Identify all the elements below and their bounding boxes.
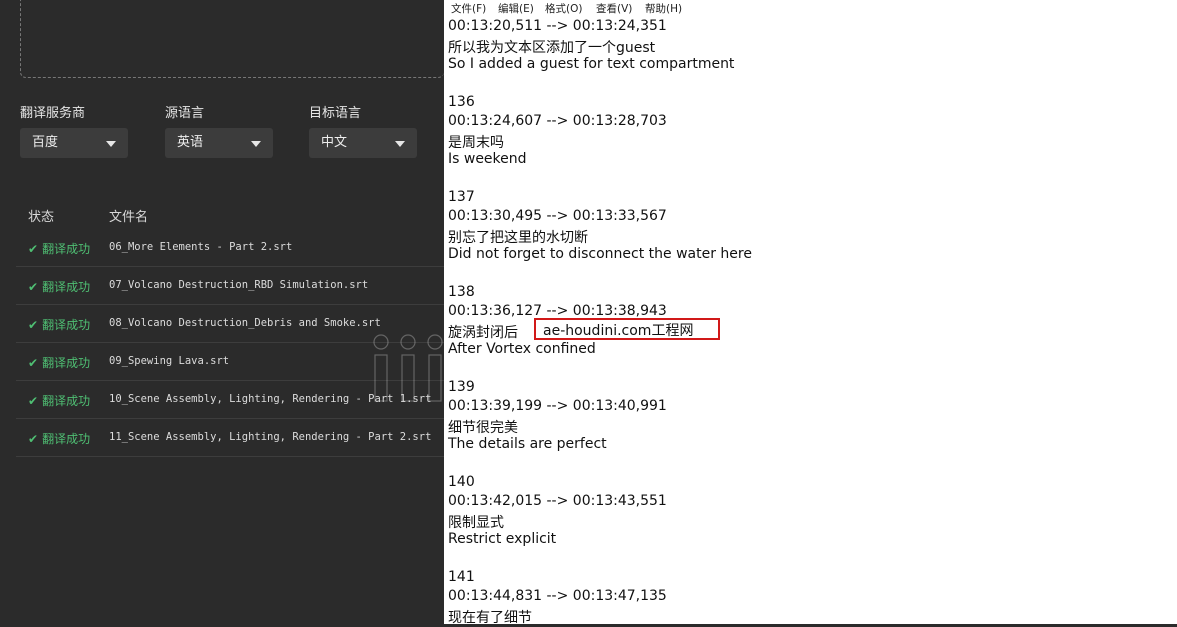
source-language-group: 源语言 英语 bbox=[165, 102, 273, 158]
text-line: 140 bbox=[448, 474, 475, 490]
menu-edit[interactable]: 编辑(E) bbox=[498, 1, 534, 16]
target-language-select[interactable]: 中文 bbox=[309, 128, 417, 158]
translator-app-panel: 翻译服务商 百度 源语言 英语 目标语言 中文 状态 文件名 ✔ 翻译成功 06_… bbox=[0, 0, 444, 624]
chevron-down-icon bbox=[395, 141, 405, 147]
status-text: 翻译成功 bbox=[42, 280, 91, 294]
text-line: 细节很完美 bbox=[448, 420, 518, 436]
status-badge: ✔ 翻译成功 bbox=[28, 240, 90, 257]
service-provider-label: 翻译服务商 bbox=[20, 106, 86, 121]
file-name: 06_More Elements - Part 2.srt bbox=[109, 241, 293, 253]
source-language-select[interactable]: 英语 bbox=[165, 128, 273, 158]
checkmark-icon: ✔ bbox=[28, 432, 39, 446]
file-name: 07_Volcano Destruction_RBD Simulation.sr… bbox=[109, 279, 369, 291]
notepad-window: 文件(F) 编辑(E) 格式(O) 查看(V) 帮助(H) 00:13:20,5… bbox=[444, 0, 1177, 626]
filename-column-header: 文件名 bbox=[109, 210, 149, 225]
status-text: 翻译成功 bbox=[42, 432, 91, 446]
menu-bar: 文件(F) 编辑(E) 格式(O) 查看(V) 帮助(H) bbox=[444, 0, 1177, 16]
status-badge: ✔ 翻译成功 bbox=[28, 430, 90, 447]
status-text: 翻译成功 bbox=[42, 356, 91, 370]
text-line: 00:13:20,511 --> 00:13:24,351 bbox=[448, 18, 667, 34]
text-line: 139 bbox=[448, 379, 475, 395]
target-language-label: 目标语言 bbox=[309, 106, 362, 121]
text-line: 00:13:44,831 --> 00:13:47,135 bbox=[448, 588, 667, 604]
checkmark-icon: ✔ bbox=[28, 394, 39, 408]
source-language-label: 源语言 bbox=[165, 106, 205, 121]
status-badge: ✔ 翻译成功 bbox=[28, 354, 90, 371]
menu-help[interactable]: 帮助(H) bbox=[645, 1, 682, 16]
text-line: 00:13:24,607 --> 00:13:28,703 bbox=[448, 113, 667, 129]
table-row[interactable]: ✔ 翻译成功 07_Volcano Destruction_RBD Simulat… bbox=[16, 267, 444, 305]
text-line: 旋涡封闭后 bbox=[448, 325, 518, 341]
text-line: 137 bbox=[448, 189, 475, 205]
text-line: 是周末吗 bbox=[448, 135, 504, 151]
status-badge: ✔ 翻译成功 bbox=[28, 278, 90, 295]
text-line: 所以我为文本区添加了一个guest bbox=[448, 40, 656, 56]
text-line: After Vortex confined bbox=[448, 341, 596, 357]
status-text: 翻译成功 bbox=[42, 394, 91, 408]
text-line: 限制显式 bbox=[448, 515, 504, 531]
text-line: The details are perfect bbox=[448, 436, 607, 452]
status-column-header: 状态 bbox=[28, 210, 55, 225]
target-language-group: 目标语言 中文 bbox=[309, 102, 417, 158]
text-line: 141 bbox=[448, 569, 475, 585]
checkmark-icon: ✔ bbox=[28, 318, 39, 332]
checkmark-icon: ✔ bbox=[28, 242, 39, 256]
text-line: 00:13:36,127 --> 00:13:38,943 bbox=[448, 303, 667, 319]
text-line: Did not forget to disconnect the water h… bbox=[448, 246, 752, 262]
service-provider-group: 翻译服务商 百度 bbox=[20, 102, 128, 158]
status-text: 翻译成功 bbox=[42, 242, 91, 256]
text-line: 现在有了细节 bbox=[448, 610, 532, 626]
watermark-logo-icon bbox=[373, 334, 443, 402]
file-name: 11_Scene Assembly, Lighting, Rendering -… bbox=[109, 431, 432, 443]
status-badge: ✔ 翻译成功 bbox=[28, 316, 90, 333]
file-name: 08_Volcano Destruction_Debris and Smoke.… bbox=[109, 317, 381, 329]
text-line: 138 bbox=[448, 284, 475, 300]
text-line: 别忘了把这里的水切断 bbox=[448, 230, 588, 246]
file-drop-zone[interactable] bbox=[20, 0, 444, 78]
menu-view[interactable]: 查看(V) bbox=[596, 1, 632, 16]
highlight-watermark-text: ae-houdini.com工程网 bbox=[543, 323, 694, 339]
file-name: 09_Spewing Lava.srt bbox=[109, 355, 230, 367]
chevron-down-icon bbox=[251, 141, 261, 147]
text-line: Restrict explicit bbox=[448, 531, 557, 547]
text-line: So I added a guest for text compartment bbox=[448, 56, 735, 72]
table-row[interactable]: ✔ 翻译成功 06_More Elements - Part 2.srt bbox=[16, 229, 444, 267]
service-provider-select[interactable]: 百度 bbox=[20, 128, 128, 158]
checkmark-icon: ✔ bbox=[28, 280, 39, 294]
text-line: 136 bbox=[448, 94, 475, 110]
chevron-down-icon bbox=[106, 141, 116, 147]
menu-format[interactable]: 格式(O) bbox=[545, 1, 582, 16]
text-line: 00:13:30,495 --> 00:13:33,567 bbox=[448, 208, 667, 224]
status-text: 翻译成功 bbox=[42, 318, 91, 332]
text-line: Is weekend bbox=[448, 151, 527, 167]
service-provider-value: 百度 bbox=[32, 135, 59, 150]
checkmark-icon: ✔ bbox=[28, 356, 39, 370]
menu-file[interactable]: 文件(F) bbox=[451, 1, 486, 16]
table-row[interactable]: ✔ 翻译成功 11_Scene Assembly, Lighting, Rende… bbox=[16, 419, 444, 457]
status-badge: ✔ 翻译成功 bbox=[28, 392, 90, 409]
text-line: 00:13:39,199 --> 00:13:40,991 bbox=[448, 398, 667, 414]
text-line: 00:13:42,015 --> 00:13:43,551 bbox=[448, 493, 667, 509]
target-language-value: 中文 bbox=[321, 135, 348, 150]
source-language-value: 英语 bbox=[177, 135, 204, 150]
